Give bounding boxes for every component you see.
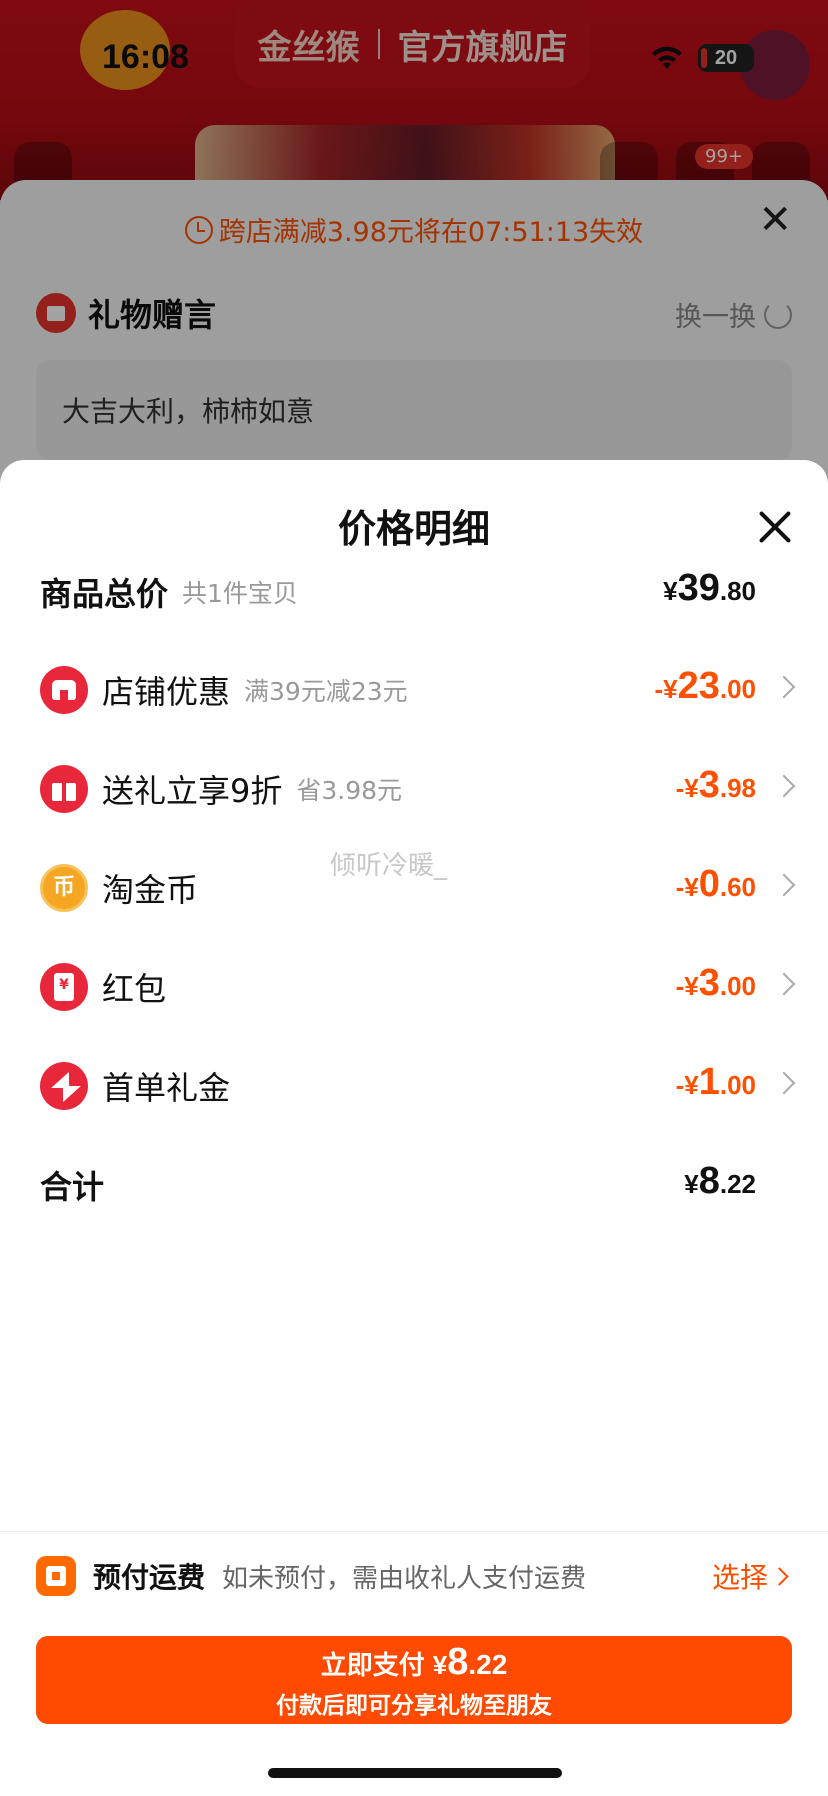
shipping-title: 预付运费	[93, 1561, 206, 1594]
home-indicator[interactable]	[268, 1768, 562, 1778]
row-price: -¥ 3 .98	[676, 754, 756, 824]
row-price: ¥ 39 .80	[663, 557, 756, 627]
price-row-store-discount[interactable]: 店铺优惠 满39元减23元 -¥ 23 .00	[0, 655, 828, 725]
price-decimal: .60	[719, 872, 756, 902]
price-integer: 8	[698, 1160, 720, 1202]
lightning-icon	[40, 1062, 88, 1110]
prepaid-shipping-row[interactable]: 预付运费 如未预付，需由收礼人支付运费 选择	[0, 1542, 828, 1608]
price-integer: 1	[698, 1061, 720, 1103]
shipping-select-link[interactable]: 选择	[712, 1556, 768, 1596]
shipping-description: 如未预付，需由收礼人支付运费	[222, 1564, 587, 1594]
close-button[interactable]	[756, 508, 794, 546]
row-price: -¥ 3 .00	[676, 952, 756, 1022]
pay-label: 立即支付	[320, 1650, 425, 1681]
row-label: 红包	[102, 970, 167, 1008]
price-integer: 3	[698, 962, 720, 1004]
price-decimal: .80	[719, 576, 756, 606]
price-currency: ¥	[663, 576, 678, 606]
price-integer: 8	[447, 1640, 469, 1683]
sheet-title: 价格明细	[337, 507, 490, 551]
price-decimal: .00	[719, 674, 756, 704]
store-icon	[40, 666, 88, 714]
chevron-right-icon	[772, 873, 796, 897]
price-row-total-goods: 商品总价 共1件宝贝 ¥ 39 .80	[0, 557, 828, 627]
chevron-right-icon	[772, 774, 796, 798]
chevron-right-icon	[770, 1567, 789, 1586]
chevron-right-icon	[772, 972, 796, 996]
pay-amount: ¥8.22	[433, 1641, 508, 1684]
price-decimal: .00	[719, 971, 756, 1001]
chevron-right-icon	[772, 675, 796, 699]
pay-button-main: 立即支付 ¥8.22	[321, 1641, 508, 1684]
price-row-gift-discount[interactable]: 送礼立享9折 省3.98元 -¥ 3 .98	[0, 754, 828, 824]
price-integer: 0	[698, 863, 720, 905]
row-label: 商品总价	[40, 575, 169, 613]
row-label: 合计	[40, 1168, 105, 1206]
gift-icon	[40, 765, 88, 813]
price-integer: 23	[677, 665, 720, 707]
row-sub: 满39元减23元	[244, 677, 408, 706]
price-currency: ¥	[684, 1169, 699, 1199]
row-label: 店铺优惠	[102, 673, 231, 711]
price-decimal: .00	[719, 1070, 756, 1100]
coin-icon	[40, 864, 88, 912]
price-currency: ¥	[432, 1649, 448, 1680]
row-label: 淘金币	[102, 871, 199, 909]
price-currency: -¥	[675, 971, 699, 1001]
row-price: -¥ 1 .00	[676, 1051, 756, 1121]
price-decimal: .22	[719, 1169, 756, 1199]
shipping-box-icon	[36, 1556, 76, 1596]
row-price: ¥ 8 .22	[684, 1150, 756, 1220]
row-price: -¥ 23 .00	[654, 655, 756, 725]
row-price: -¥ 0 .60	[676, 853, 756, 923]
pay-now-button[interactable]: 立即支付 ¥8.22 付款后即可分享礼物至朋友	[36, 1636, 792, 1724]
row-label: 首单礼金	[102, 1069, 231, 1107]
divider	[0, 1531, 828, 1532]
price-integer: 3	[698, 764, 720, 806]
price-decimal: .22	[468, 1648, 508, 1680]
price-decimal: .98	[719, 773, 756, 803]
price-row-first-order-gift[interactable]: 首单礼金 -¥ 1 .00	[0, 1051, 828, 1121]
row-sub: 共1件宝贝	[182, 579, 298, 608]
price-currency: -¥	[675, 773, 699, 803]
price-row-red-packet[interactable]: 红包 -¥ 3 .00	[0, 952, 828, 1022]
price-row-total: 合计 ¥ 8 .22	[0, 1150, 828, 1220]
row-label: 送礼立享9折	[102, 772, 283, 810]
row-sub: 省3.98元	[296, 776, 403, 805]
red-packet-icon	[40, 963, 88, 1011]
price-integer: 39	[677, 567, 720, 609]
watermark: 倾听冷暖_	[330, 851, 448, 881]
pay-subtitle: 付款后即可分享礼物至朋友	[276, 1692, 552, 1719]
chevron-right-icon	[772, 1071, 796, 1095]
price-currency: -¥	[654, 674, 678, 704]
price-currency: -¥	[675, 1070, 699, 1100]
price-currency: -¥	[675, 872, 699, 902]
